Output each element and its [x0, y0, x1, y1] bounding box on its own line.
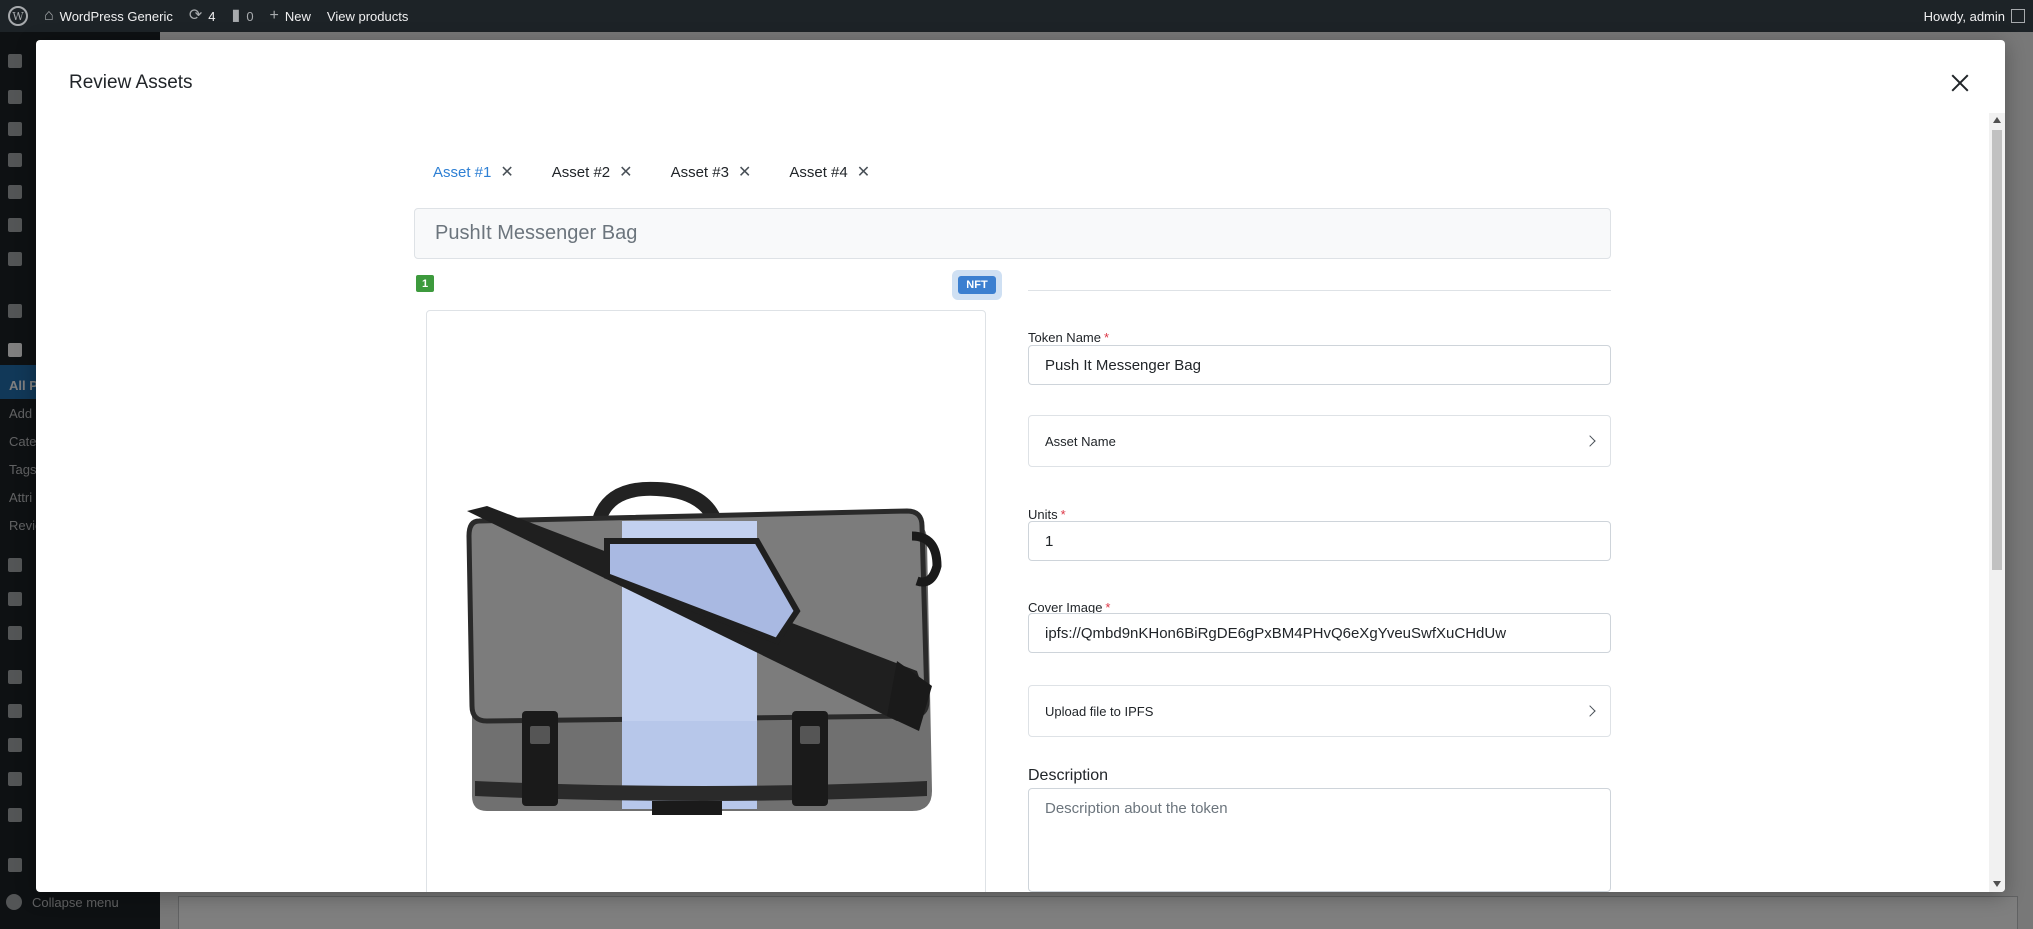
tab-label: Asset #2 [551, 164, 611, 181]
new-label: New [284, 8, 311, 24]
close-tab-icon[interactable]: ✕ [500, 164, 513, 181]
tab-label: Asset #4 [789, 164, 848, 181]
plus-icon: + [269, 7, 279, 24]
site-name: WordPress Generic [59, 8, 173, 24]
asset-tabs: Asset #1 ✕ Asset #2 ✕ Asset #3 ✕ Asset #… [414, 130, 1611, 217]
comments-link[interactable]: ▮ 0 [224, 0, 262, 32]
tab-asset-1[interactable]: Asset #1 ✕ [414, 130, 533, 217]
modal-title: Review Assets [69, 72, 193, 93]
asset-name-accordion[interactable]: Asset Name [1028, 415, 1611, 467]
howdy-text: Howdy, admin [1923, 8, 2005, 24]
section-divider [1028, 290, 1611, 291]
token-name-label-text: Token Name [1028, 330, 1101, 345]
close-tab-icon[interactable]: ✕ [857, 164, 870, 181]
token-name-input[interactable]: Push It Messenger Bag [1028, 345, 1611, 385]
units-label: Units * [1028, 507, 1066, 522]
tab-label: Asset #3 [670, 164, 729, 181]
required-marker: * [1060, 507, 1066, 522]
asset-number-badge: 1 [416, 275, 434, 292]
wordpress-logo-icon[interactable]: W [0, 0, 36, 32]
upload-ipfs-label: Upload file to IPFS [1045, 703, 1154, 719]
messenger-bag-image [466, 481, 942, 815]
updates-link[interactable]: ⟳ 4 [181, 0, 224, 32]
home-icon: ⌂ [44, 7, 54, 24]
upload-ipfs-accordion[interactable]: Upload file to IPFS [1028, 685, 1611, 737]
chevron-right-icon [1584, 705, 1596, 717]
close-icon[interactable] [1947, 70, 1973, 96]
svg-text:W: W [12, 10, 24, 23]
units-input[interactable]: 1 [1028, 521, 1611, 561]
updates-count: 4 [208, 8, 216, 24]
description-textarea[interactable]: Description about the token [1028, 788, 1611, 892]
asset-name-label: Asset Name [1045, 433, 1116, 449]
tab-asset-3[interactable]: Asset #3 ✕ [652, 130, 771, 215]
wp-admin-bar: W ⌂ WordPress Generic ⟳ 4 ▮ 0 + New View… [0, 0, 2033, 32]
tab-asset-2[interactable]: Asset #2 ✕ [533, 130, 652, 215]
comment-icon: ▮ [231, 7, 241, 24]
comments-count: 0 [246, 8, 254, 24]
my-account-link[interactable]: Howdy, admin [1916, 0, 2033, 32]
scroll-up-icon[interactable] [1993, 117, 2001, 123]
close-tab-icon[interactable]: ✕ [738, 164, 751, 181]
updates-icon: ⟳ [188, 7, 203, 24]
modal-scrollbar[interactable] [1989, 113, 2005, 892]
tab-label: Asset #1 [433, 164, 492, 181]
nft-badge: NFT [958, 276, 996, 294]
view-products-link[interactable]: View products [319, 0, 416, 32]
chevron-right-icon [1584, 435, 1596, 447]
product-name-header: PushIt Messenger Bag [414, 208, 1611, 259]
close-tab-icon[interactable]: ✕ [619, 164, 632, 181]
description-label: Description [1028, 767, 1109, 784]
review-assets-modal: Review Assets Asset #1 ✕ Asset #2 ✕ Asse… [36, 40, 2005, 892]
view-products-label: View products [326, 8, 409, 24]
required-marker: * [1103, 330, 1110, 345]
site-name-link[interactable]: ⌂ WordPress Generic [36, 0, 181, 32]
cover-image-input[interactable]: ipfs://Qmbd9nKHon6BiRgDE6gPxBM4PHvQ6eXgY… [1028, 613, 1611, 653]
avatar [2011, 9, 2025, 23]
nft-badge-container[interactable]: NFT [952, 270, 1002, 300]
units-label-text: Units [1028, 507, 1058, 522]
new-content-link[interactable]: + New [262, 0, 319, 32]
scrollbar-thumb[interactable] [1992, 130, 2002, 570]
tab-asset-4[interactable]: Asset #4 ✕ [770, 130, 889, 215]
product-image-card [426, 310, 986, 892]
scroll-down-icon[interactable] [1993, 881, 2001, 887]
token-name-label: Token Name * [1028, 330, 1109, 345]
